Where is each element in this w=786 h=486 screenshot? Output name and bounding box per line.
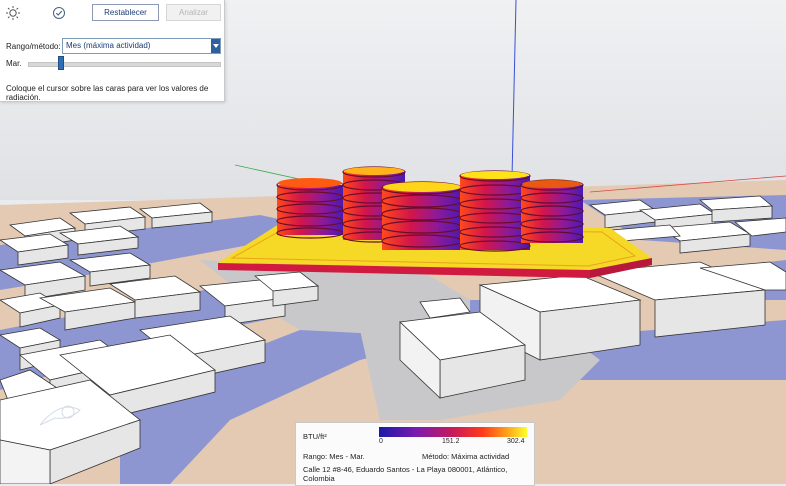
- range-method-select[interactable]: Mes (máxima actividad): [62, 38, 221, 54]
- month-slider-thumb[interactable]: [57, 56, 64, 70]
- radiation-legend: BTU/ft² 0 151.2 302.4 Rango: Mes - Mar. …: [295, 422, 535, 486]
- solar-analysis-panel: Restablecer Analizar Rango/método: Mes (…: [0, 0, 225, 102]
- range-method-value: Mes (máxima actividad): [66, 41, 151, 50]
- month-label: Mar.: [6, 59, 22, 68]
- legend-range: Rango: Mes - Mar.: [303, 452, 365, 461]
- legend-address: Calle 12 #8-46, Eduardo Santos - La Play…: [303, 465, 508, 483]
- range-method-label: Rango/método:: [6, 42, 61, 51]
- legend-unit: BTU/ft²: [303, 432, 327, 441]
- analyze-button[interactable]: Analizar: [166, 4, 221, 21]
- hint-text: Coloque el cursor sobre las caras para v…: [6, 84, 209, 102]
- check-icon[interactable]: [50, 4, 68, 22]
- sun-icon[interactable]: [4, 4, 22, 22]
- legend-method: Método: Máxima actividad: [422, 452, 510, 461]
- legend-max: 302.4: [507, 438, 525, 445]
- legend-min: 0: [379, 438, 383, 445]
- legend-mid: 151.2: [442, 438, 460, 445]
- chevron-down-icon[interactable]: [211, 39, 220, 53]
- reset-button[interactable]: Restablecer: [92, 4, 159, 21]
- legend-color-bar: [379, 427, 527, 437]
